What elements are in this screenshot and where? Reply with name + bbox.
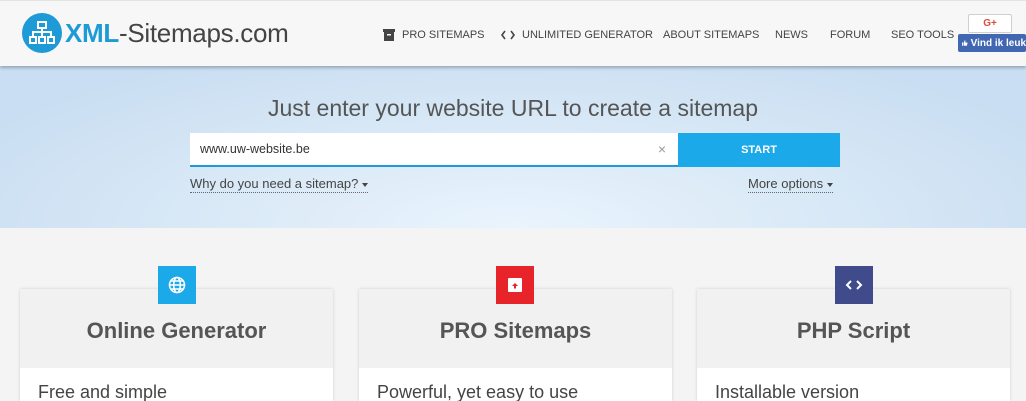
code-icon (835, 266, 873, 304)
site-logo[interactable]: XML-Sitemaps.com (22, 13, 289, 53)
start-button[interactable]: START (678, 133, 840, 167)
facebook-like-button[interactable]: Vind ik leuk (958, 34, 1026, 52)
brand-name: XML-Sitemaps.com (65, 17, 289, 48)
card-description: Powerful, yet easy to use (377, 382, 579, 401)
clear-icon[interactable]: × (658, 141, 666, 157)
nav-unlimited-generator[interactable]: UNLIMITED GENERATOR (501, 29, 653, 41)
card-description: Installable version (715, 382, 860, 401)
pro-sitemaps-card[interactable]: PRO Sitemaps Powerful, yet easy to use (359, 289, 672, 401)
sitemap-logo-icon (22, 13, 62, 53)
hero-section: Just enter your website URL to create a … (0, 66, 1026, 228)
globe-icon (158, 266, 196, 304)
nav-about-sitemaps[interactable]: ABOUT SITEMAPS (663, 29, 759, 41)
card-description: Free and simple (38, 382, 168, 401)
gplus-button[interactable]: G+ (968, 14, 1012, 33)
nav-pro-sitemaps[interactable]: PRO SITEMAPS (383, 29, 485, 41)
nav-news[interactable]: NEWS (775, 29, 808, 41)
online-generator-card[interactable]: Online Generator Free and simple (20, 289, 333, 401)
archive-icon (496, 266, 534, 304)
php-script-card[interactable]: PHP Script Installable version (697, 289, 1010, 401)
code-icon (501, 30, 515, 40)
caret-down-icon (827, 182, 834, 187)
url-field[interactable]: × (190, 133, 678, 167)
nav-seo-tools[interactable]: SEO TOOLS (891, 29, 954, 41)
url-input[interactable] (200, 142, 640, 156)
nav-forum[interactable]: FORUM (830, 29, 870, 41)
caret-down-icon (362, 182, 369, 187)
archive-icon (383, 29, 395, 41)
why-sitemap-link[interactable]: Why do you need a sitemap? (190, 176, 369, 193)
hero-title: Just enter your website URL to create a … (267, 95, 759, 121)
thumbs-up-icon (962, 40, 968, 46)
more-options-link[interactable]: More options (748, 176, 834, 193)
site-header: XML-Sitemaps.com PRO SITEMAPS UNLIMITED … (0, 0, 1026, 66)
